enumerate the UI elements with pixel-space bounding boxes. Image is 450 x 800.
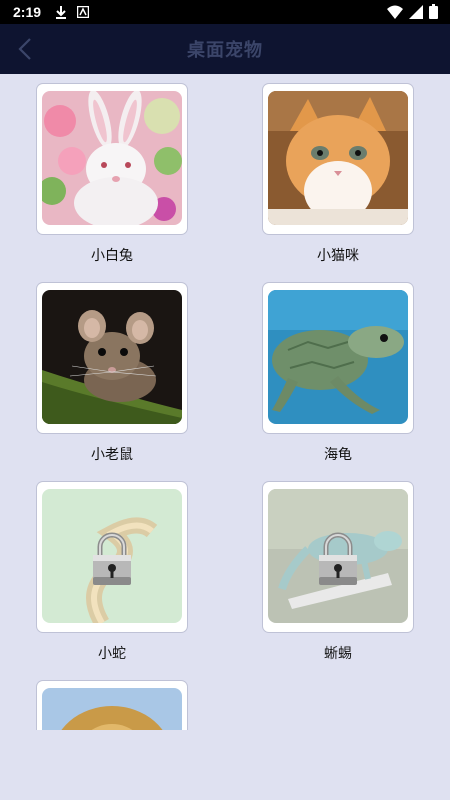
pet-label: 蜥蜴 xyxy=(324,646,352,662)
pet-card-lizard[interactable] xyxy=(263,482,413,632)
mouse-image xyxy=(42,290,182,424)
pet-label: 小蛇 xyxy=(98,646,126,662)
wifi-icon xyxy=(387,5,403,19)
battery-icon xyxy=(429,4,438,19)
signal-icon xyxy=(409,4,423,19)
status-time: 2:19 xyxy=(13,4,42,20)
notification-icons xyxy=(55,5,90,19)
pet-card-rabbit[interactable] xyxy=(37,84,187,234)
pet-card-mouse[interactable] xyxy=(37,283,187,433)
pet-grid: 小白兔 小猫咪 小老鼠 海龟 小蛇 蜥蜴 xyxy=(0,74,450,730)
pet-label: 小白兔 xyxy=(91,248,133,264)
pet-label: 小猫咪 xyxy=(317,248,359,264)
lion-image xyxy=(42,688,182,730)
pet-card-snake[interactable] xyxy=(37,482,187,632)
pet-card-lion[interactable] xyxy=(37,681,187,730)
download-icon xyxy=(56,6,67,19)
chevron-left-icon xyxy=(18,38,31,60)
app-bar: 桌面宠物 xyxy=(0,24,450,74)
back-button[interactable] xyxy=(10,34,40,64)
padlock-icon xyxy=(93,532,131,585)
page-title: 桌面宠物 xyxy=(187,40,263,61)
rabbit-image xyxy=(42,91,182,225)
cat-image xyxy=(268,91,408,225)
turtle-image xyxy=(268,290,408,424)
app-notification-icon xyxy=(77,6,90,18)
pet-label: 小老鼠 xyxy=(91,447,133,463)
pet-label: 海龟 xyxy=(324,447,352,463)
system-icons xyxy=(387,4,438,19)
pet-card-turtle[interactable] xyxy=(263,283,413,433)
status-bar: 2:19 xyxy=(0,0,450,24)
pet-card-cat[interactable] xyxy=(263,84,413,234)
padlock-icon xyxy=(319,532,357,585)
